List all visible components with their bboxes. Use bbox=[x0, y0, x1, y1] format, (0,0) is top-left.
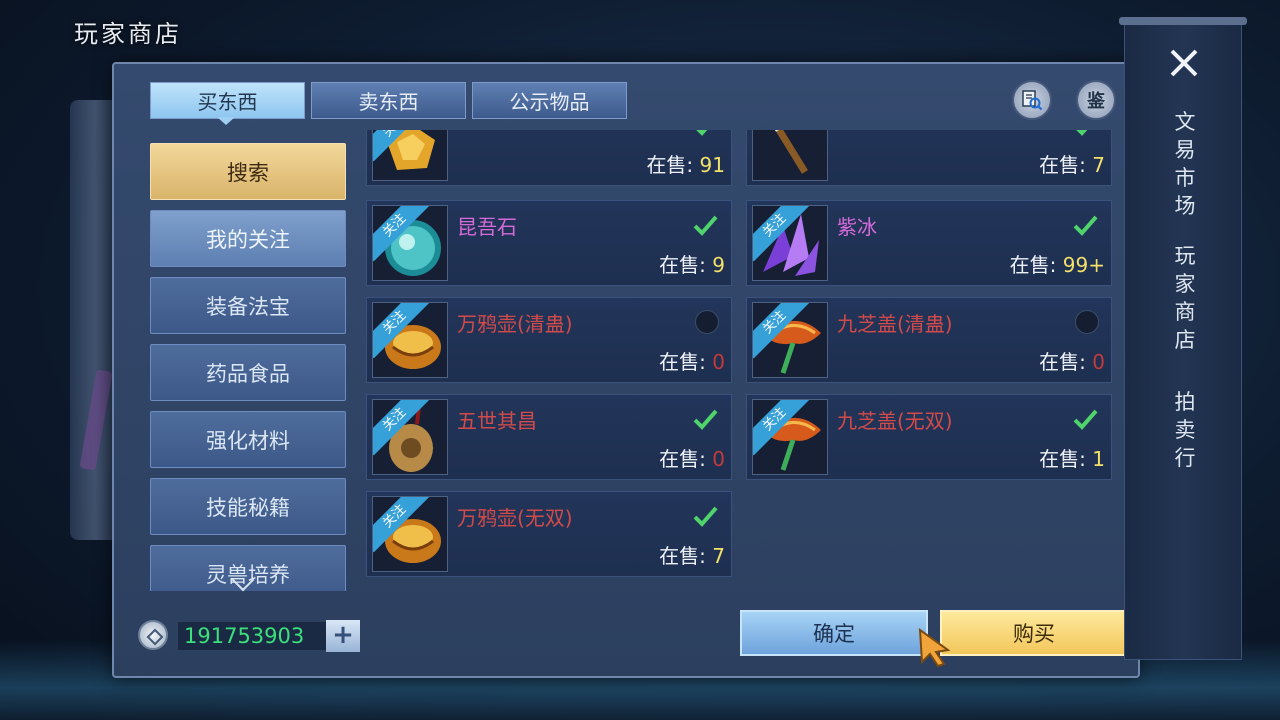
item-card[interactable]: 关注 在售: 91 bbox=[366, 130, 732, 186]
side-menu-trade-market[interactable]: 文易市场 bbox=[1170, 108, 1200, 220]
magnifier-scroll-icon bbox=[1022, 90, 1043, 111]
item-name: 九芝盖(无双) bbox=[837, 409, 953, 433]
category-search[interactable]: 搜索 bbox=[150, 143, 346, 200]
sale-count: 在售: 0 bbox=[1039, 350, 1105, 374]
item-name: 紫冰 bbox=[837, 215, 877, 239]
item-name: 五世其昌 bbox=[457, 409, 537, 433]
lingzhi-fan-icon: 关注 bbox=[752, 302, 828, 378]
item-card[interactable]: 关注 五世其昌 在售: 0 bbox=[366, 394, 732, 480]
item-card[interactable]: 关注 九芝盖(无双) 在售: 1 bbox=[746, 394, 1112, 480]
sale-count: 在售: 1 bbox=[1039, 447, 1105, 471]
brush-icon bbox=[752, 130, 828, 181]
item-card[interactable]: 在售: 7 bbox=[746, 130, 1112, 186]
item-card[interactable]: 关注 九芝盖(清蛊) 在售: 0 bbox=[746, 297, 1112, 383]
sale-count: 在售: 0 bbox=[659, 350, 725, 374]
item-card[interactable]: 关注 紫冰 在售: 99+ bbox=[746, 200, 1112, 286]
side-menu-auction[interactable]: 拍卖行 bbox=[1170, 388, 1200, 472]
item-card[interactable]: 关注 万鸦壶(清蛊) 在售: 0 bbox=[366, 297, 732, 383]
amber-gem-icon: 关注 bbox=[372, 130, 448, 181]
sale-count: 在售: 91 bbox=[646, 153, 725, 177]
item-name: 万鸦壶(无双) bbox=[457, 506, 573, 530]
add-currency-button[interactable]: + bbox=[326, 620, 360, 652]
coin-icon bbox=[138, 620, 168, 650]
checkmark-icon[interactable] bbox=[1071, 405, 1099, 433]
category-my-follow[interactable]: 我的关注 bbox=[150, 210, 346, 267]
bronze-medallion-icon: 关注 bbox=[372, 399, 448, 475]
golden-pot-icon: 关注 bbox=[372, 496, 448, 572]
item-name: 九芝盖(清蛊) bbox=[837, 312, 953, 336]
jade-orb-icon: 关注 bbox=[372, 205, 448, 281]
lingzhi-fan-icon: 关注 bbox=[752, 399, 828, 475]
category-list: 搜索 我的关注 装备法宝 药品食品 强化材料 技能秘籍 灵兽培养 bbox=[150, 143, 348, 591]
tab-public-items[interactable]: 公示物品 bbox=[472, 82, 627, 119]
cursor-icon bbox=[918, 628, 951, 668]
checkmark-icon[interactable] bbox=[691, 502, 719, 530]
close-icon[interactable] bbox=[1167, 46, 1201, 80]
item-name: 万鸦壶(清蛊) bbox=[457, 312, 573, 336]
checkmark-icon[interactable] bbox=[1071, 211, 1099, 239]
category-medicine-food[interactable]: 药品食品 bbox=[150, 344, 346, 401]
buy-button[interactable]: 购买 bbox=[940, 610, 1128, 656]
currency-amount: 191753903 bbox=[178, 622, 326, 650]
item-name: 昆吾石 bbox=[457, 215, 517, 239]
category-equipment[interactable]: 装备法宝 bbox=[150, 277, 346, 334]
purple-crystal-icon: 关注 bbox=[752, 205, 828, 281]
side-menu-player-shop[interactable]: 玩家商店 bbox=[1170, 242, 1200, 354]
sale-count: 在售: 9 bbox=[659, 253, 725, 277]
appraise-button[interactable]: 鉴 bbox=[1076, 80, 1116, 120]
category-enhance-materials[interactable]: 强化材料 bbox=[150, 411, 346, 468]
sale-count: 在售: 0 bbox=[659, 447, 725, 471]
checkmark-icon[interactable] bbox=[691, 211, 719, 239]
checkmark-icon[interactable] bbox=[1071, 130, 1099, 139]
unchecked-circle[interactable] bbox=[1075, 310, 1099, 334]
sale-count: 在售: 99+ bbox=[1009, 253, 1105, 277]
item-card[interactable]: 关注 昆吾石 在售: 9 bbox=[366, 200, 732, 286]
golden-pot-icon: 关注 bbox=[372, 302, 448, 378]
item-grid: 关注 在售: 91 在售: 7 关注 昆吾石 在售: 9 关注 紫冰 在售: 9… bbox=[362, 130, 1122, 585]
sale-count: 在售: 7 bbox=[659, 544, 725, 568]
tab-sell[interactable]: 卖东西 bbox=[311, 82, 466, 119]
checkmark-icon[interactable] bbox=[691, 405, 719, 433]
checkmark-icon[interactable] bbox=[691, 130, 719, 139]
tab-buy[interactable]: 买东西 bbox=[150, 82, 305, 119]
item-card[interactable]: 关注 万鸦壶(无双) 在售: 7 bbox=[366, 491, 732, 577]
unchecked-circle[interactable] bbox=[695, 310, 719, 334]
sale-count: 在售: 7 bbox=[1039, 153, 1105, 177]
appraise-label: 鉴 bbox=[1087, 91, 1105, 112]
page-title: 玩家商店 bbox=[74, 20, 182, 48]
search-record-button[interactable] bbox=[1012, 80, 1052, 120]
active-tab-indicator bbox=[217, 117, 235, 125]
tab-bar: 买东西 卖东西 公示物品 bbox=[150, 82, 627, 119]
currency-bar: 191753903 + bbox=[138, 620, 360, 652]
category-skill-books[interactable]: 技能秘籍 bbox=[150, 478, 346, 535]
confirm-button[interactable]: 确定 bbox=[740, 610, 928, 656]
